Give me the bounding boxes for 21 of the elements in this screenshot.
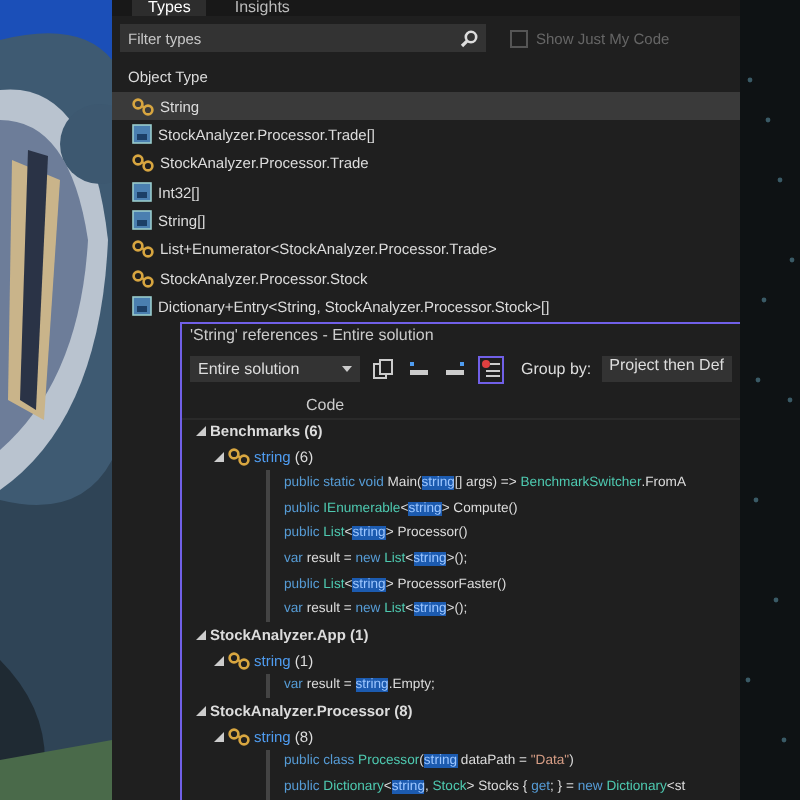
group-by-label: Group by: <box>520 360 592 379</box>
class-icon <box>228 651 250 670</box>
class-icon <box>228 448 250 467</box>
array-icon <box>132 296 152 317</box>
group-by-dropdown[interactable]: Project then Def <box>601 356 732 383</box>
tab[interactable]: Types <box>132 0 207 16</box>
caret-icon <box>342 366 353 373</box>
search-icon <box>460 30 478 48</box>
class-icon <box>132 97 154 116</box>
array-icon <box>132 210 152 231</box>
filter-button[interactable] <box>478 355 505 384</box>
column-header: Code <box>182 389 740 420</box>
class-icon <box>132 269 154 288</box>
class-icon <box>228 727 250 746</box>
array-icon <box>132 182 152 203</box>
copy-button[interactable] <box>370 355 397 384</box>
class-icon <box>132 240 154 259</box>
scope-dropdown[interactable]: Entire solution <box>190 356 361 383</box>
panel-title: 'String' references - Entire solution <box>188 323 436 348</box>
array-icon <box>132 124 152 145</box>
class-icon <box>132 154 154 173</box>
